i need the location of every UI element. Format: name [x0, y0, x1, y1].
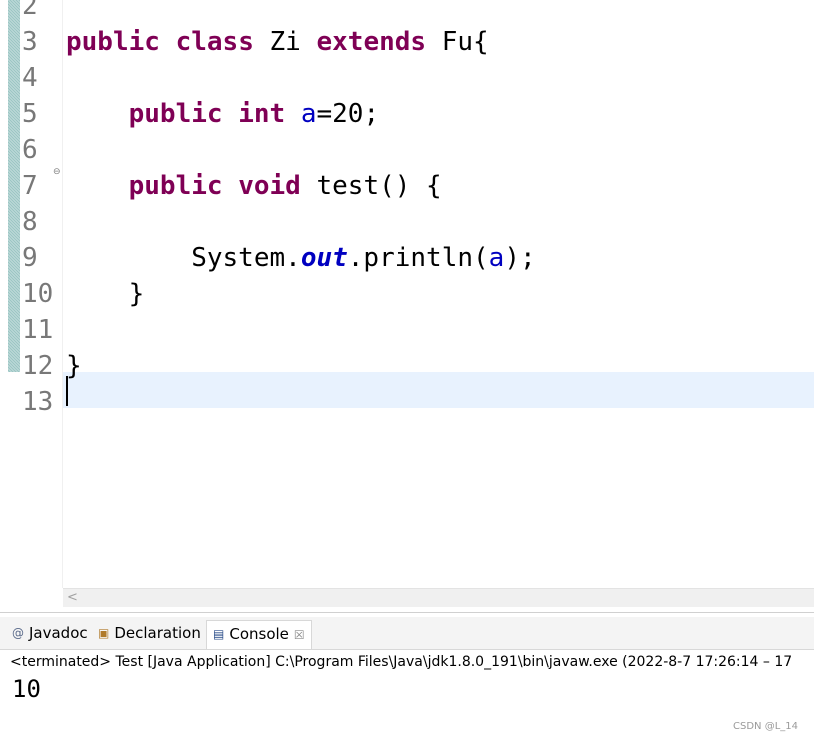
horizontal-scrollbar[interactable]: < [63, 588, 814, 607]
text-token: Fu{ [426, 27, 489, 57]
console-output[interactable]: 10 [12, 673, 41, 705]
tab-javadoc-label: Javadoc [29, 624, 88, 642]
line-number: 3 [22, 27, 38, 57]
text-token: System. [66, 243, 301, 273]
text-token: } [66, 279, 145, 309]
line-number: 4 [22, 63, 38, 93]
line-number: 5 [22, 99, 38, 129]
keyword-token: public [66, 27, 160, 57]
watermark: CSDN @L_14 [733, 721, 798, 732]
code-line[interactable]: 13 [0, 384, 814, 420]
field-token: out [300, 243, 348, 273]
line-number: 11 [22, 315, 54, 345]
line-number: 13 [22, 387, 54, 417]
ide-window: 2 3 public class Zi extends Fu{4 5 public i… [0, 0, 814, 739]
tab-declaration[interactable]: ▣ Declaration [98, 620, 201, 647]
declaration-icon: ▣ [98, 626, 110, 640]
tab-declaration-label: Declaration [114, 624, 201, 642]
code-line[interactable]: 11 [0, 312, 814, 348]
code-line[interactable]: 6 [0, 132, 814, 168]
tab-console-label: Console [229, 625, 289, 643]
code-line[interactable]: 5 public int a=20; [0, 96, 814, 132]
close-icon[interactable]: ☒ [294, 622, 305, 649]
text-token: .println( [347, 243, 489, 273]
keyword-token: public [128, 171, 223, 201]
tab-javadoc[interactable]: @ Javadoc [12, 620, 88, 647]
code-line[interactable]: 2 [0, 0, 814, 24]
code-line[interactable]: 7 public void test() { [0, 168, 814, 204]
line-number: 6 [22, 135, 38, 165]
line-number: 8 [22, 207, 38, 237]
keyword-token: int [238, 99, 286, 129]
console-status-line: <terminated> Test [Java Application] C:\… [10, 654, 793, 670]
text-token: ); [504, 243, 536, 273]
keyword-token: public [128, 99, 223, 129]
code-text: System.out.println(a); [66, 240, 536, 276]
console-icon: ▤ [213, 627, 225, 641]
code-text: } [66, 348, 82, 384]
bottom-panel: @ Javadoc ▣ Declaration ▤ Console ☒ <termina… [0, 612, 814, 739]
keyword-token: class [175, 27, 254, 57]
text-token: } [66, 351, 82, 381]
keyword-token: extends [316, 27, 427, 57]
code-line[interactable]: 8 [0, 204, 814, 240]
line-number: 12 [22, 351, 54, 381]
code-text: public void test() { [66, 168, 442, 204]
text-caret [66, 376, 68, 406]
javadoc-icon: @ [12, 626, 24, 640]
tab-console[interactable]: ▤ Console ☒ [206, 620, 312, 649]
panel-tab-bar: @ Javadoc ▣ Declaration ▤ Console ☒ [0, 617, 814, 650]
code-text: public int a=20; [66, 96, 379, 132]
text-token: =20; [316, 99, 380, 129]
code-text: } [66, 276, 145, 312]
line-number: 2 [22, 0, 38, 21]
code-text: public class Zi extends Fu{ [66, 24, 489, 60]
text-token: test() { [300, 171, 442, 201]
code-editor[interactable]: 2 3 public class Zi extends Fu{4 5 public i… [0, 0, 814, 612]
text-token: Zi [253, 27, 317, 57]
code-line[interactable]: 9 System.out.println(a); [0, 240, 814, 276]
field-token: a [300, 99, 317, 129]
line-number: 9 [22, 243, 38, 273]
scroll-left-icon[interactable]: < [67, 589, 78, 607]
code-line[interactable]: 10 } [0, 276, 814, 312]
field-token: a [488, 243, 505, 273]
code-line[interactable]: 4 [0, 60, 814, 96]
fold-collapse-icon[interactable]: ⊖ [53, 168, 61, 177]
line-number: 10 [22, 279, 54, 309]
code-line[interactable]: 3 public class Zi extends Fu{ [0, 24, 814, 60]
keyword-token: void [238, 171, 301, 201]
code-line[interactable]: 12} [0, 348, 814, 384]
